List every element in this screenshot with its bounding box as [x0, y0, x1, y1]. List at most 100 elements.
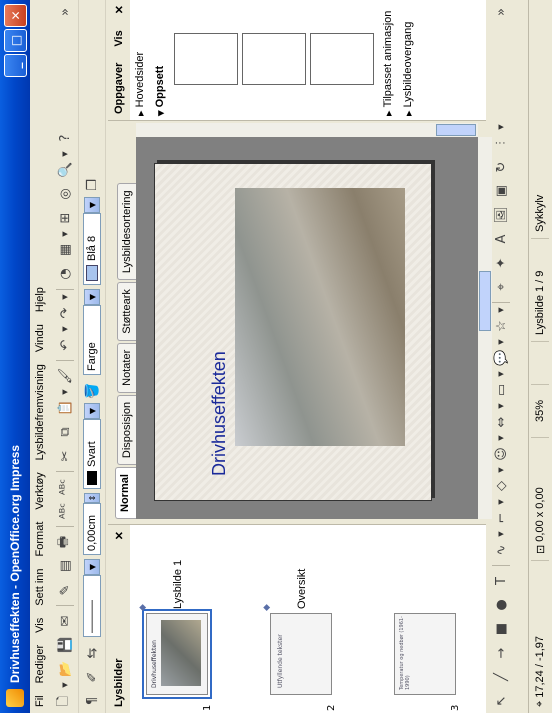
area-icon[interactable]: 🪣: [81, 380, 103, 402]
minimize-button[interactable]: _: [4, 54, 27, 77]
gallery-icon[interactable]: ▣: [490, 180, 512, 202]
menu-slideshow[interactable]: Lysbildefremvisning: [34, 358, 46, 466]
menu-tools[interactable]: Verktøy: [34, 466, 46, 515]
area-color-select[interactable]: Blå 8: [83, 213, 101, 285]
layout-blank[interactable]: [174, 33, 238, 86]
save-icon[interactable]: 💾: [54, 634, 76, 656]
line-icon[interactable]: ✐: [81, 666, 103, 688]
curve-dropdown-icon[interactable]: ▼: [497, 530, 505, 538]
status-zoom[interactable]: 35%: [531, 384, 549, 437]
curve-icon[interactable]: ∿: [490, 539, 512, 561]
menu-view[interactable]: Vis: [34, 612, 46, 639]
tab-normal[interactable]: Normal: [115, 467, 136, 519]
maximize-button[interactable]: □: [4, 29, 27, 52]
new-dropdown-icon[interactable]: ▼: [61, 681, 69, 689]
line-arrow-icon[interactable]: →: [490, 642, 512, 664]
vscroll-thumb[interactable]: [436, 124, 476, 136]
from-file-icon[interactable]: 🖼: [490, 204, 512, 226]
chart-icon[interactable]: ◔: [54, 263, 76, 285]
table-dropdown-icon[interactable]: ▼: [61, 230, 69, 238]
print-icon[interactable]: 🖶: [54, 531, 76, 553]
paste-dropdown-icon[interactable]: ▼: [61, 388, 69, 396]
menu-insert[interactable]: Sett inn: [34, 562, 46, 611]
flowcharts-dropdown-icon[interactable]: ▼: [497, 370, 505, 378]
cut-icon[interactable]: ✂: [54, 445, 76, 467]
zoom-icon[interactable]: 🔍: [54, 159, 76, 181]
rectangle-icon[interactable]: ■: [490, 618, 512, 640]
section-master-pages[interactable]: ▸ Hovedsider: [130, 0, 150, 120]
points-icon[interactable]: ⌖: [490, 276, 512, 298]
stars-dropdown-icon[interactable]: ▼: [497, 306, 505, 314]
basic-shapes-icon[interactable]: ◇: [490, 475, 512, 497]
flowcharts-icon[interactable]: ▭: [490, 379, 512, 401]
layout-title-content[interactable]: [242, 33, 306, 86]
select-arrow-icon[interactable]: ↖: [490, 690, 512, 712]
copy-icon[interactable]: ⧉: [54, 421, 76, 443]
menu-window[interactable]: Vindu: [34, 318, 46, 358]
glacier-photo[interactable]: [235, 188, 405, 446]
line-width-spin-icon[interactable]: ⇕: [84, 493, 100, 503]
navigator-icon[interactable]: ◎: [54, 183, 76, 205]
help-icon[interactable]: ?: [54, 127, 76, 149]
line-color-select[interactable]: Svart: [83, 419, 101, 489]
task-pane-close-icon[interactable]: ✕: [113, 5, 126, 14]
email-icon[interactable]: ✉: [54, 610, 76, 632]
slides-pane-close-icon[interactable]: ✕: [113, 531, 126, 540]
display-grid-icon[interactable]: ⊞: [54, 207, 76, 229]
redo-dropdown-icon[interactable]: ▼: [61, 293, 69, 301]
close-button[interactable]: ✕: [4, 4, 27, 27]
basic-shapes-dropdown-icon[interactable]: ▼: [497, 466, 505, 474]
redo-icon[interactable]: ↷: [54, 302, 76, 324]
menu-edit[interactable]: Rediger: [34, 639, 46, 690]
menu-format[interactable]: Format: [34, 516, 46, 563]
block-arrows-icon[interactable]: ⇔: [490, 411, 512, 433]
vertical-scrollbar[interactable]: [136, 123, 478, 137]
format-paintbrush-icon[interactable]: 🖌: [54, 365, 76, 387]
symbol-shapes-icon[interactable]: ☺: [490, 443, 512, 465]
edit-file-icon[interactable]: ✎: [54, 579, 76, 601]
area-style-dropdown-icon[interactable]: ▼: [84, 289, 100, 305]
line-style-select[interactable]: ———: [83, 575, 101, 637]
text-icon[interactable]: T: [490, 570, 512, 592]
layout-title-text[interactable]: [310, 33, 374, 86]
slide-title[interactable]: Drivhuseffekten: [209, 351, 230, 476]
connector-icon[interactable]: ⌐: [490, 507, 512, 529]
zoom-dropdown-icon[interactable]: ▼: [61, 150, 69, 158]
tab-outline[interactable]: Disposisjon: [117, 394, 136, 466]
open-icon[interactable]: 📂: [54, 658, 76, 680]
area-style-select[interactable]: Farge: [83, 305, 101, 375]
align-dropdown-icon[interactable]: ▼: [497, 123, 505, 131]
rotate-icon[interactable]: ↻: [490, 156, 512, 178]
undo-icon[interactable]: ↶: [54, 334, 76, 356]
glue-points-icon[interactable]: ✦: [490, 252, 512, 274]
ellipse-icon[interactable]: ●: [490, 594, 512, 616]
section-layouts[interactable]: ▾ Oppsett: [150, 0, 170, 120]
callouts-icon[interactable]: 💬: [490, 347, 512, 369]
current-slide[interactable]: Drivhuseffekten: [154, 163, 432, 501]
line-width-field[interactable]: 0,00cm: [83, 503, 101, 555]
symbol-shapes-dropdown-icon[interactable]: ▼: [497, 434, 505, 442]
autospellcheck-icon[interactable]: ᴬᴮᶜ: [54, 476, 76, 498]
styles-icon[interactable]: ¶: [81, 690, 103, 712]
align-icon[interactable]: ⫶: [490, 132, 512, 154]
block-arrows-dropdown-icon[interactable]: ▼: [497, 402, 505, 410]
section-slide-transition[interactable]: ▸ Lysbildeovergang: [398, 0, 418, 120]
line-color-dropdown-icon[interactable]: ▼: [84, 403, 100, 419]
drawbar-overflow-icon[interactable]: »: [490, 1, 512, 23]
menu-file[interactable]: Fil: [34, 689, 46, 713]
fontwork-icon[interactable]: A: [490, 228, 512, 250]
tab-notes[interactable]: Notater: [117, 342, 136, 393]
toolbar-overflow-icon[interactable]: »: [54, 1, 76, 23]
connector-dropdown-icon[interactable]: ▼: [497, 498, 505, 506]
task-pane-view-menu[interactable]: Vis: [113, 30, 125, 46]
slide-canvas[interactable]: Drivhuseffekten: [136, 137, 478, 519]
line-tool-icon[interactable]: ╱: [490, 666, 512, 688]
section-custom-animation[interactable]: ▸ Tilpasset animasjon: [378, 0, 398, 120]
line-style-dropdown-icon[interactable]: ▼: [84, 559, 100, 575]
tab-slide-sorter[interactable]: Lysbildesortering: [117, 183, 136, 281]
table-icon[interactable]: ▦: [54, 239, 76, 261]
shadow-icon[interactable]: ❐: [81, 174, 103, 196]
tab-handout[interactable]: Støtteark: [117, 282, 136, 341]
paste-icon[interactable]: 📋: [54, 397, 76, 419]
undo-dropdown-icon[interactable]: ▼: [61, 325, 69, 333]
